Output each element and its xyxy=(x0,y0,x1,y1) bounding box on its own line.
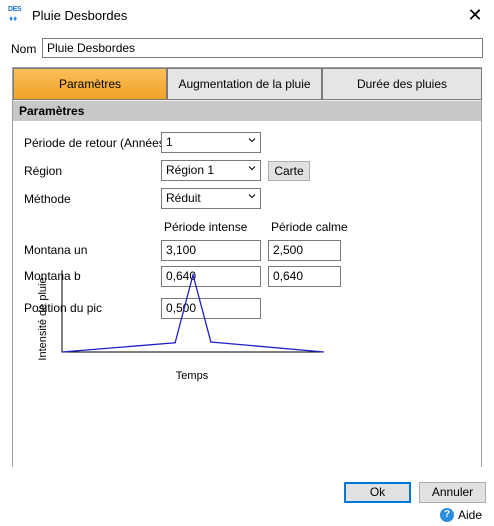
periode-retour-label: Période de retour (Années) xyxy=(24,136,169,150)
parameters-panel: Paramètres Augmentation de la pluie Duré… xyxy=(12,67,482,467)
chevron-down-icon xyxy=(248,138,256,143)
chart-series-line xyxy=(61,272,324,353)
chart-x-axis-label: Temps xyxy=(176,370,209,382)
window-title: Pluie Desbordes xyxy=(32,8,128,23)
nom-label: Nom xyxy=(11,42,37,56)
app-icon: DES ♦♦ xyxy=(8,6,26,24)
methode-label: Méthode xyxy=(24,192,71,206)
title-bar: DES ♦♦ Pluie Desbordes ✕ xyxy=(0,0,494,32)
chart-point xyxy=(210,341,212,343)
chart-axes xyxy=(61,270,324,353)
header-periode-intense: Période intense xyxy=(164,220,248,234)
ok-button[interactable]: Ok xyxy=(344,482,411,503)
nom-input[interactable]: Pluie Desbordes xyxy=(42,38,483,58)
close-button[interactable]: ✕ xyxy=(464,4,486,26)
cancel-button[interactable]: Annuler xyxy=(419,482,486,503)
region-value: Région 1 xyxy=(166,163,215,177)
chart-point xyxy=(192,274,194,276)
chart-y-axis-label: Intensité de pluie xyxy=(37,277,49,360)
rain-drops-icon: ♦♦ xyxy=(9,14,18,23)
region-select[interactable]: Région 1 xyxy=(161,160,261,181)
tab-augmentation[interactable]: Augmentation de la pluie xyxy=(167,68,322,100)
methode-select[interactable]: Réduit xyxy=(161,188,261,209)
montana-a-calme-input[interactable]: 2,500 xyxy=(268,240,341,261)
rain-hyetograph-chart: Temps Intensité de pluie xyxy=(37,270,324,382)
help-label[interactable]: Aide xyxy=(458,508,482,522)
chevron-down-icon xyxy=(248,194,256,199)
methode-value: Réduit xyxy=(166,191,201,205)
montana-a-label: Montana un xyxy=(24,243,88,257)
tab-parametres[interactable]: Paramètres xyxy=(13,68,167,100)
header-periode-calme: Période calme xyxy=(271,220,348,234)
chevron-down-icon xyxy=(248,166,256,171)
chart-point xyxy=(174,342,176,344)
group-title: Paramètres xyxy=(13,101,481,121)
close-icon[interactable]: ✕ xyxy=(467,5,482,25)
app-icon-text: DES xyxy=(8,6,22,13)
help-icon[interactable]: ? xyxy=(440,508,454,522)
montana-a-intense-input[interactable]: 3,100 xyxy=(161,240,261,261)
periode-retour-value: 1 xyxy=(166,135,173,149)
carte-button[interactable]: Carte xyxy=(268,161,310,181)
chart-point xyxy=(61,351,63,353)
periode-retour-select[interactable]: 1 xyxy=(161,132,261,153)
region-label: Région xyxy=(24,164,63,178)
chart-series xyxy=(61,272,324,353)
tab-duree[interactable]: Durée des pluies xyxy=(322,68,482,100)
